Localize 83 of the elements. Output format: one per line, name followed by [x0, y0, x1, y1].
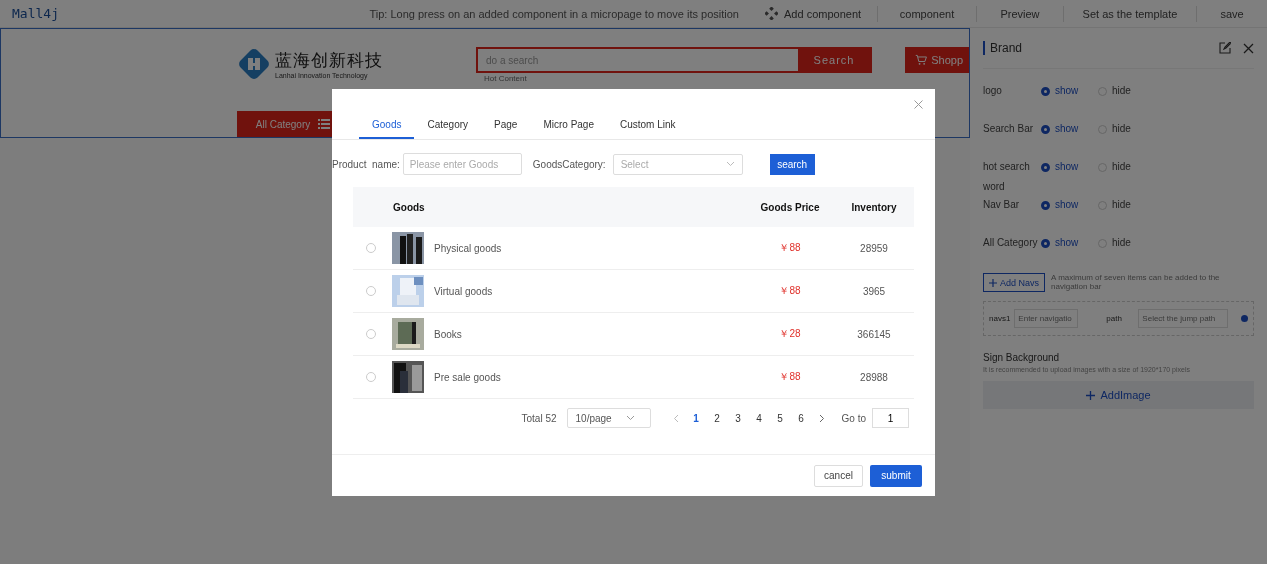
radio-option[interactable]: hide — [1098, 81, 1155, 101]
radio-option[interactable]: show — [1041, 119, 1098, 139]
goto-label: Go to — [841, 412, 866, 424]
list-icon — [318, 119, 331, 129]
column-header: Goods — [393, 201, 426, 213]
goods-name: Virtual goods — [434, 285, 494, 297]
remove-dot-icon[interactable] — [1241, 315, 1248, 322]
category-select[interactable]: Select — [612, 153, 743, 175]
cart-button[interactable]: Shopp — [905, 47, 969, 73]
tab[interactable]: Page — [481, 119, 531, 139]
brand-name: 蓝海创新科技 — [275, 50, 383, 72]
radio-option[interactable]: show — [1041, 81, 1098, 101]
close-icon[interactable] — [1243, 42, 1254, 54]
setting-label: hot search word — [983, 160, 1031, 194]
toolbar-button[interactable]: Preview — [976, 5, 1063, 22]
page-number[interactable]: 5 — [769, 412, 791, 424]
field-label: GoodsCategory: — [532, 158, 606, 170]
plus-icon — [1086, 390, 1096, 400]
toolbar-button[interactable]: component — [877, 5, 976, 22]
add-image-button[interactable]: AddImage — [983, 381, 1254, 409]
inventory-cell-text: 366145 — [856, 328, 892, 340]
field-label: Product name: — [332, 158, 400, 170]
product-name-field[interactable]: Please enter Goods — [402, 153, 522, 175]
close-icon[interactable] — [914, 100, 923, 109]
page-number[interactable]: 6 — [790, 412, 812, 424]
cart-icon — [915, 53, 928, 67]
total-count: Total 52 — [521, 412, 557, 424]
add-component-button[interactable]: Add component — [765, 7, 877, 20]
price-cell-text: ￥88 — [778, 370, 802, 384]
column-header: Goods Price — [759, 201, 821, 213]
hot-content-label: Hot Content — [484, 74, 528, 83]
radio-option[interactable]: hide — [1098, 195, 1155, 215]
add-navs-button[interactable]: Add Navs — [983, 273, 1046, 292]
price-cell-text: ￥28 — [778, 327, 802, 341]
page-size-select[interactable]: 10/page — [566, 408, 651, 428]
tab[interactable]: Custom Link — [607, 119, 689, 139]
goods-name: Pre sale goods — [434, 371, 502, 383]
radio-option[interactable]: hide — [1098, 157, 1155, 177]
goods-name: Physical goods — [434, 242, 503, 254]
column-header: Inventory — [850, 201, 898, 213]
goods-name: Books — [434, 328, 463, 340]
setting-label: All Category — [983, 236, 1039, 250]
price-cell-text: ￥88 — [778, 241, 802, 255]
setting-label: Search Bar — [983, 122, 1035, 136]
search-button[interactable]: Search — [798, 49, 870, 71]
setting-label: logo — [983, 84, 1003, 98]
tip-text: Tip: Long press on an added component in a micropage to move its position — [369, 7, 739, 20]
next-icon[interactable] — [818, 413, 825, 423]
inventory-cell-text: 28988 — [859, 371, 889, 383]
edit-icon[interactable] — [1219, 42, 1231, 54]
radio-option[interactable]: show — [1041, 233, 1098, 253]
page-number[interactable]: 2 — [706, 412, 728, 424]
section-title: Sign Background — [983, 352, 1061, 363]
cancel-button[interactable]: cancel — [814, 464, 863, 487]
radio-option[interactable]: show — [1041, 195, 1098, 215]
search-button[interactable]: search — [769, 153, 815, 175]
tab[interactable]: Category — [414, 119, 482, 139]
nav-name-field[interactable]: Enter navigatio — [1014, 309, 1079, 328]
price-cell-text: ￥88 — [778, 284, 802, 298]
radio-option[interactable]: show — [1041, 157, 1098, 177]
page-number[interactable]: 4 — [748, 412, 770, 424]
page-number[interactable]: 3 — [727, 412, 749, 424]
radio-option[interactable]: hide — [1098, 119, 1155, 139]
path-label: path — [1106, 314, 1123, 323]
goto-field[interactable]: 1 — [872, 408, 909, 428]
plus-icon — [989, 278, 997, 287]
app-logo: Mall4j — [12, 6, 59, 21]
diamonds-icon — [765, 7, 778, 20]
toolbar-button[interactable]: Set as the template — [1063, 5, 1196, 22]
tab[interactable]: Goods — [359, 119, 415, 139]
setting-label: Nav Bar — [983, 198, 1021, 212]
nav-label: navs1 — [989, 314, 1011, 323]
chevron-down-icon — [725, 161, 735, 167]
toolbar-button[interactable]: save — [1196, 5, 1267, 22]
chevron-down-icon — [625, 415, 635, 421]
inventory-cell-text: 3965 — [861, 285, 887, 297]
radio-option[interactable]: hide — [1098, 233, 1155, 253]
inventory-cell-text: 28959 — [859, 242, 889, 254]
panel-title: Brand — [983, 41, 1207, 55]
page-number[interactable]: 1 — [685, 412, 707, 424]
tab[interactable]: Micro Page — [530, 119, 607, 139]
previous-icon[interactable] — [672, 413, 679, 423]
submit-button[interactable]: submit — [870, 464, 922, 487]
